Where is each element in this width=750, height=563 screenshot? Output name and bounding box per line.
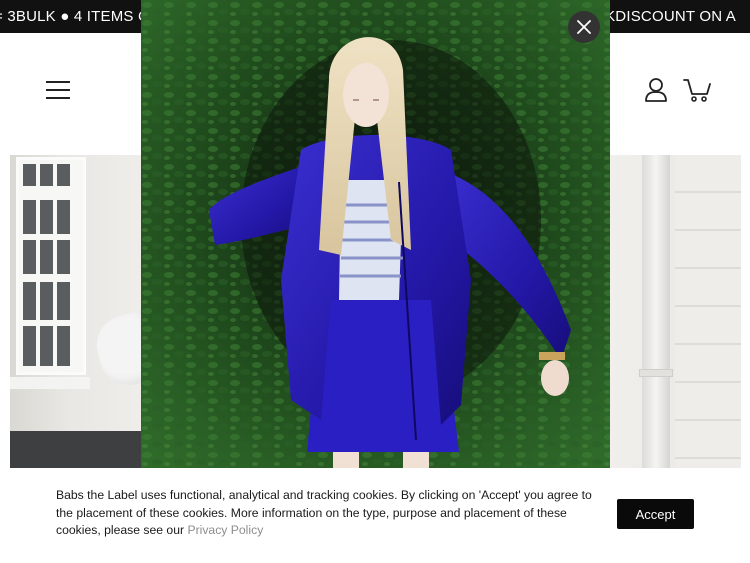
cart-icon[interactable]	[683, 77, 711, 103]
wall-bricks	[675, 155, 741, 468]
cookie-banner: Babs the Label uses functional, analytic…	[0, 468, 750, 563]
popup-modal[interactable]	[141, 0, 610, 468]
pipe-band	[639, 369, 673, 377]
cookie-message-text: Babs the Label uses functional, analytic…	[56, 488, 592, 537]
user-icon[interactable]	[644, 77, 668, 103]
wall-plinth	[10, 431, 150, 468]
privacy-policy-link[interactable]: Privacy Policy	[187, 523, 263, 537]
accept-button[interactable]: Accept	[617, 499, 694, 529]
window	[16, 157, 86, 375]
page: = 3BULK ● 4 ITEMS C ULKDISCOUNT ON A Bab…	[0, 0, 750, 563]
announcement-text-left: = 3BULK ● 4 ITEMS C	[0, 8, 149, 25]
hamburger-icon[interactable]	[46, 80, 70, 100]
drain-pipe	[642, 155, 670, 468]
cookie-message: Babs the Label uses functional, analytic…	[56, 487, 602, 540]
modal-photo	[141, 0, 610, 468]
close-icon[interactable]	[568, 11, 600, 43]
window-sill	[10, 377, 90, 389]
